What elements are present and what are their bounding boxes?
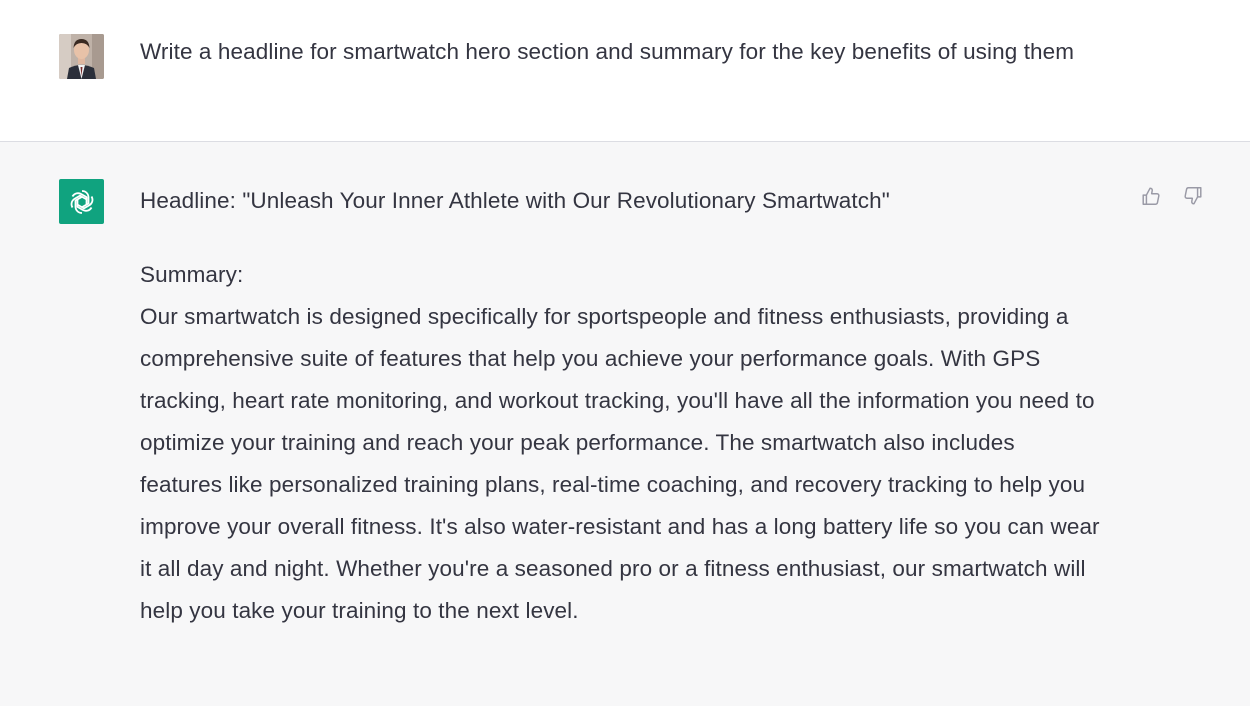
thumbs-down-icon — [1184, 187, 1202, 205]
openai-logo-icon — [70, 189, 93, 214]
assistant-summary-text: Our smartwatch is designed specifically … — [140, 304, 1100, 623]
user-message-text: Write a headline for smartwatch hero sec… — [140, 39, 1075, 64]
thumbs-up-button[interactable] — [1140, 185, 1162, 207]
thumbs-down-button[interactable] — [1182, 185, 1204, 207]
assistant-summary-label: Summary: — [140, 262, 244, 287]
assistant-avatar — [59, 179, 104, 224]
user-avatar — [59, 34, 104, 79]
user-message-row: Write a headline for smartwatch hero sec… — [0, 0, 1250, 142]
thumbs-up-icon — [1142, 187, 1160, 205]
assistant-message-content: Headline: "Unleash Your Inner Athlete wi… — [140, 183, 1100, 632]
feedback-controls — [1140, 185, 1204, 207]
assistant-message-row: Headline: "Unleash Your Inner Athlete wi… — [0, 142, 1250, 706]
assistant-headline: Headline: "Unleash Your Inner Athlete wi… — [140, 188, 890, 213]
user-photo-avatar-icon — [59, 34, 104, 79]
